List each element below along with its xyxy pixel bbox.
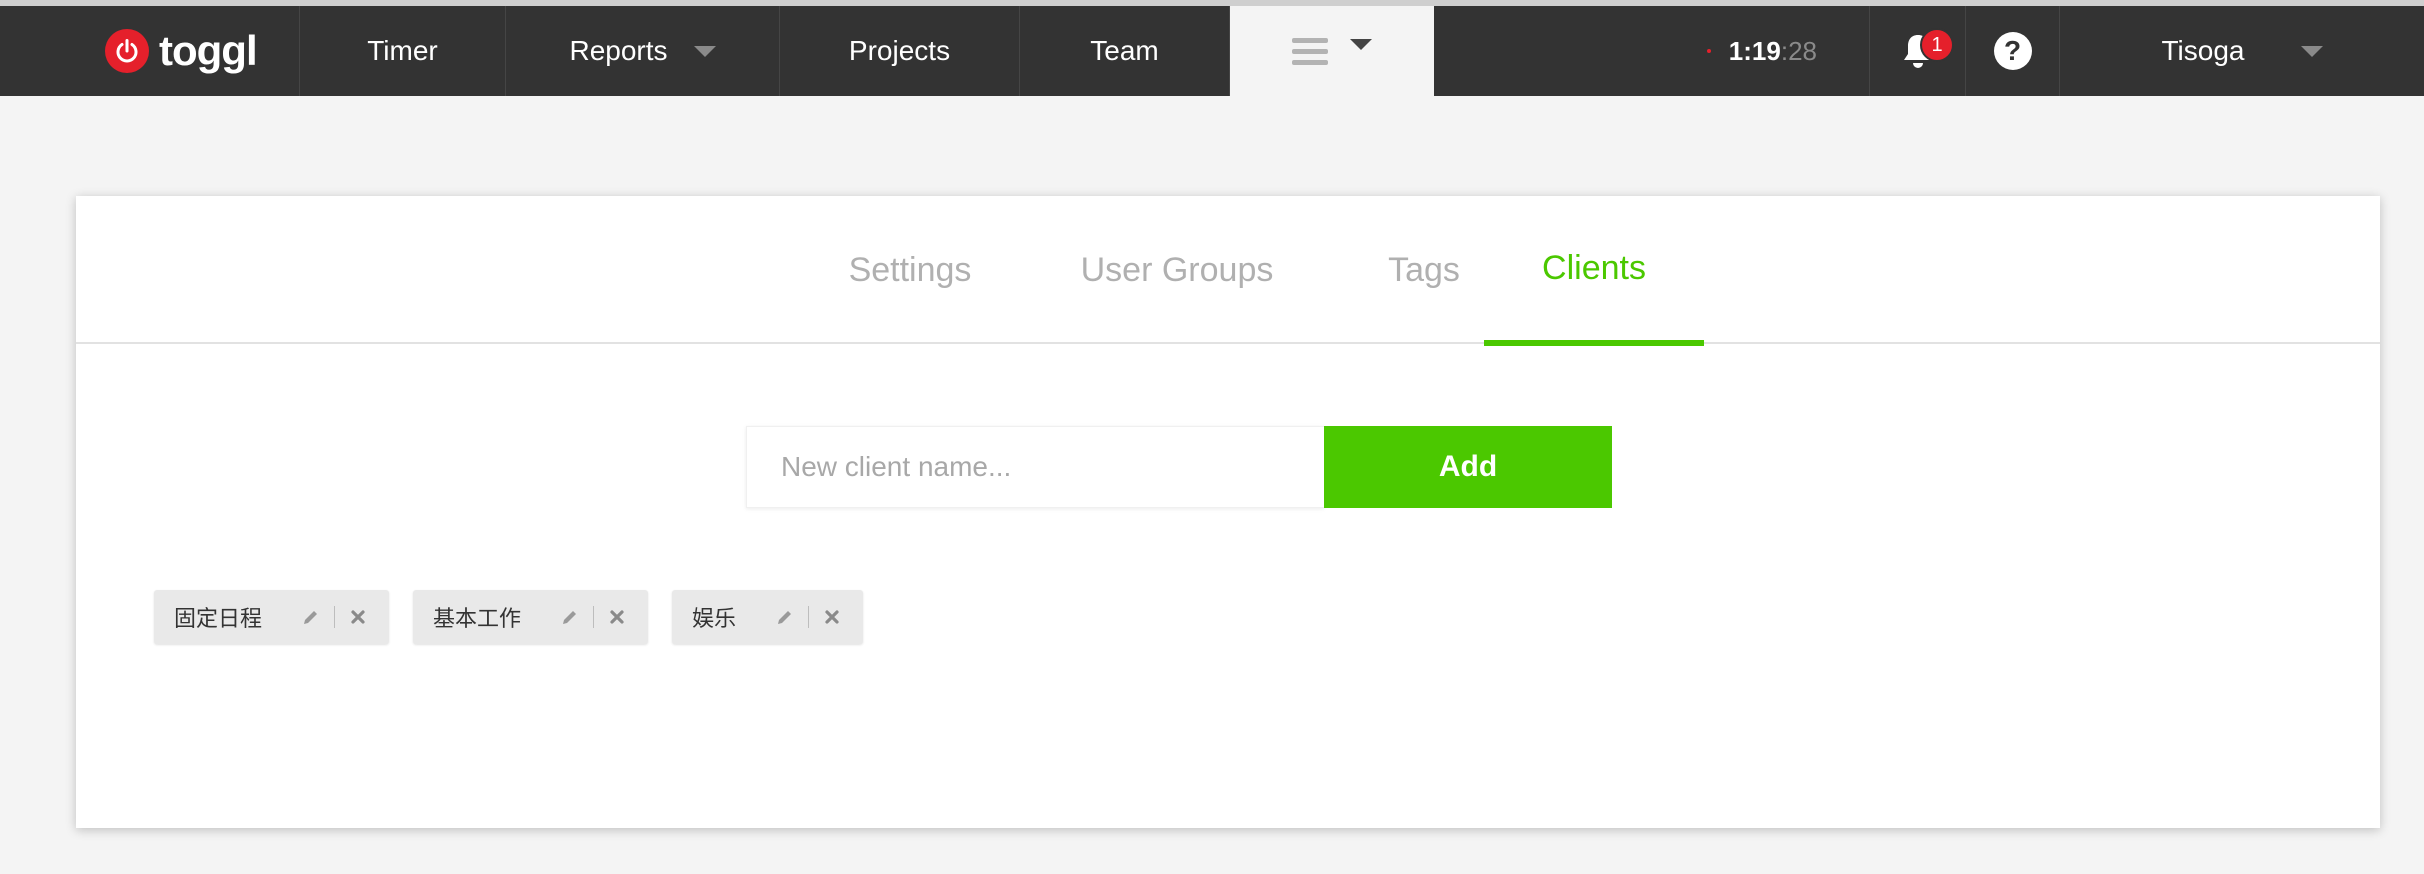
pencil-icon[interactable]: [300, 606, 322, 628]
nav-item-label: Projects: [848, 35, 951, 66]
nav-item-team[interactable]: Team: [1020, 6, 1230, 96]
tab-label: Tags: [1388, 250, 1460, 289]
timer-seconds: :28: [1780, 35, 1817, 66]
running-timer[interactable]: 1:19:28: [1620, 6, 1870, 96]
add-client-form: Add: [746, 426, 1612, 508]
notifications-button[interactable]: 1: [1870, 6, 1966, 96]
timer-main: 1:19: [1728, 35, 1781, 66]
pencil-icon[interactable]: [774, 606, 796, 628]
client-name: 固定日程: [174, 606, 263, 631]
nav-item-timer[interactable]: Timer: [300, 6, 506, 96]
tab-label: User Groups: [1080, 250, 1274, 289]
logo-text: toggl: [159, 27, 258, 74]
close-icon[interactable]: [606, 606, 628, 628]
client-name: 基本工作: [433, 606, 522, 631]
add-client-button[interactable]: Add: [1324, 426, 1612, 508]
client-list: 固定日程 基本工作 娱乐: [154, 590, 864, 644]
top-nav: toggl Timer Reports Projects Team 1:19:2…: [0, 6, 2424, 96]
client-chip: 娱乐: [672, 590, 864, 644]
logo[interactable]: toggl: [0, 6, 300, 96]
help-icon: ?: [1993, 32, 2032, 70]
help-button[interactable]: ?: [1966, 6, 2060, 96]
chip-divider: [593, 606, 595, 628]
tab-user-groups[interactable]: User Groups: [1040, 196, 1314, 344]
tab-settings[interactable]: Settings: [810, 196, 1010, 344]
notification-count-badge: 1: [1920, 28, 1954, 62]
workspace-tabs: Settings User Groups Tags Clients: [76, 196, 2380, 346]
close-icon[interactable]: [347, 606, 369, 628]
client-chip: 固定日程: [154, 590, 390, 644]
chip-divider: [334, 606, 336, 628]
pencil-icon[interactable]: [559, 606, 581, 628]
tab-label: Clients: [1542, 248, 1646, 287]
client-name: 娱乐: [692, 606, 737, 631]
workspace-card: Settings User Groups Tags Clients Add 固定…: [76, 196, 2380, 828]
tab-label: Settings: [848, 250, 972, 289]
user-name: Tisoga: [2161, 35, 2245, 66]
chevron-down-icon: [1350, 38, 1372, 50]
tab-tags[interactable]: Tags: [1344, 196, 1504, 344]
user-menu[interactable]: Tisoga: [2060, 6, 2424, 96]
nav-item-label: Team: [1090, 35, 1159, 66]
chevron-down-icon: [2300, 45, 2323, 57]
more-menu-button[interactable]: [1230, 6, 1434, 96]
nav-item-label: Reports: [569, 35, 668, 66]
nav-item-reports[interactable]: Reports: [506, 6, 780, 96]
tab-clients[interactable]: Clients: [1484, 196, 1704, 346]
nav-item-projects[interactable]: Projects: [780, 6, 1020, 96]
menu-icon: [1292, 37, 1328, 65]
client-chip: 基本工作: [413, 590, 649, 644]
close-icon[interactable]: [821, 606, 843, 628]
timer-running-dot: [1706, 49, 1711, 53]
chip-divider: [808, 606, 810, 628]
nav-item-label: Timer: [367, 35, 438, 66]
power-icon: [105, 29, 149, 73]
chevron-down-icon: [693, 45, 716, 57]
client-name-input[interactable]: [746, 426, 1324, 508]
